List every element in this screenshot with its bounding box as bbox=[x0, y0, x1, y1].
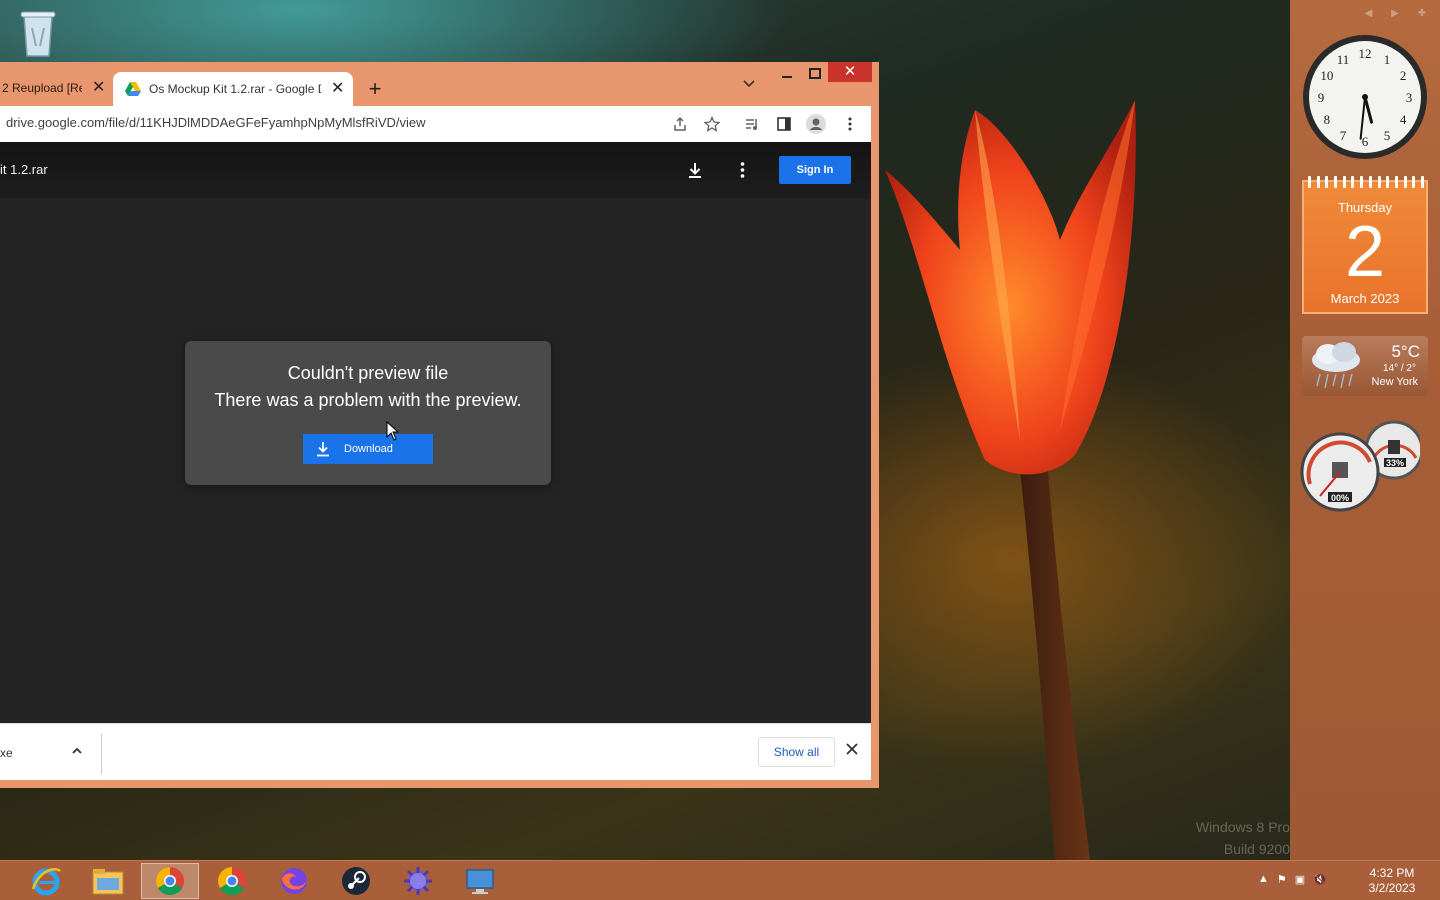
tab-close-icon[interactable]: ✕ bbox=[331, 81, 344, 97]
profile-avatar-icon[interactable] bbox=[806, 114, 826, 134]
chrome-menu-icon[interactable] bbox=[840, 114, 860, 134]
bookmark-star-icon[interactable] bbox=[702, 114, 722, 134]
internet-explorer-icon[interactable] bbox=[17, 863, 75, 899]
system-tray: ▲ ⚑ ▣ 🔇 bbox=[1258, 873, 1327, 886]
download-icon bbox=[317, 442, 329, 457]
clock-numeral: 8 bbox=[1324, 112, 1331, 127]
clock-numeral: 12 bbox=[1359, 46, 1372, 61]
file-explorer-icon[interactable] bbox=[79, 863, 137, 899]
side-panel-icon[interactable] bbox=[774, 114, 794, 134]
clock-numeral: 7 bbox=[1340, 128, 1347, 143]
share-icon[interactable] bbox=[670, 114, 690, 134]
chrome-window: 2 Reupload [Re ✕ Os Mockup Kit 1.2.rar -… bbox=[0, 62, 879, 788]
tab-google-drive[interactable]: Os Mockup Kit 1.2.rar - Google Drive ✕ bbox=[113, 72, 353, 106]
show-hidden-icons-icon[interactable]: ▲ bbox=[1258, 873, 1269, 886]
steam-icon[interactable] bbox=[327, 863, 385, 899]
recycle-bin-icon[interactable] bbox=[16, 6, 60, 60]
clock-gadget[interactable]: 1234567891011 12 bbox=[1302, 34, 1428, 160]
windows-watermark: Windows 8 Pro Build 9200 bbox=[1196, 816, 1290, 860]
download-button[interactable]: Download bbox=[303, 434, 433, 464]
calendar-rings bbox=[1308, 176, 1424, 188]
cpu-meter-value: 00% bbox=[1331, 493, 1349, 503]
weather-range: 14° / 2° bbox=[1382, 363, 1416, 374]
gadget-sidebar: ◀ ▶ ✚ 1 2 3 4 5 6 7 8 9 10 11 12 Thursday 2 March 2… bbox=[1290, 0, 1440, 860]
address-bar-row: drive.google.com/file/d/11KHJDlMDDAeGFeF… bbox=[0, 106, 871, 142]
remote-desktop-icon[interactable] bbox=[451, 863, 509, 899]
weather-temperature: 5°C bbox=[1391, 342, 1420, 361]
tab-search-chevron-icon[interactable] bbox=[742, 78, 756, 92]
taskbar-clock[interactable]: 4:32 PM 3/2/2023 bbox=[1360, 866, 1424, 896]
chevron-up-icon[interactable] bbox=[70, 744, 84, 758]
clock-numeral: 2 bbox=[1400, 68, 1407, 83]
dialog-title: Couldn't preview file bbox=[287, 363, 449, 383]
firefox-icon[interactable] bbox=[265, 863, 323, 899]
download-item-name[interactable]: xe bbox=[0, 746, 13, 760]
calendar-gadget[interactable]: Thursday 2 March 2023 bbox=[1302, 176, 1428, 314]
download-icon[interactable] bbox=[686, 161, 704, 179]
show-all-button[interactable]: Show all bbox=[758, 737, 835, 767]
tab-reupload[interactable]: 2 Reupload [Re ✕ bbox=[0, 72, 110, 104]
mouse-cursor-icon bbox=[386, 421, 400, 441]
taskbar-date: 3/2/2023 bbox=[1368, 881, 1416, 895]
weather-city: New York bbox=[1371, 376, 1418, 388]
clock-numeral: 5 bbox=[1384, 128, 1391, 143]
clock-numeral: 9 bbox=[1318, 90, 1325, 105]
volume-muted-icon[interactable]: 🔇 bbox=[1313, 873, 1327, 886]
download-shelf: xe Show all bbox=[0, 723, 871, 780]
clock-numeral: 10 bbox=[1320, 68, 1333, 83]
action-center-flag-icon[interactable]: ⚑ bbox=[1277, 873, 1287, 886]
google-drive-icon bbox=[125, 82, 141, 96]
taskbar-time: 4:32 PM bbox=[1369, 866, 1415, 880]
tab-title: Os Mockup Kit 1.2.rar - Google Drive bbox=[149, 82, 321, 96]
network-icon[interactable]: ▣ bbox=[1295, 873, 1305, 886]
divider bbox=[101, 734, 102, 774]
tab-title: 2 Reupload [Re bbox=[2, 81, 82, 95]
calendar-date: 2 bbox=[1344, 212, 1386, 292]
file-title: it 1.2.rar bbox=[0, 162, 48, 177]
watermark-edition: Windows 8 Pro bbox=[1195, 819, 1290, 835]
media-control-icon[interactable] bbox=[742, 114, 762, 134]
url-field[interactable]: drive.google.com/file/d/11KHJDlMDDAeGFeF… bbox=[6, 115, 426, 130]
sign-in-button[interactable]: Sign In bbox=[779, 156, 851, 184]
close-window-button[interactable]: ✕ bbox=[828, 62, 872, 82]
more-options-icon[interactable] bbox=[740, 162, 745, 178]
clock-numeral: 6 bbox=[1362, 134, 1369, 149]
rain-cloud-icon bbox=[1312, 342, 1360, 389]
cpu-meter-gadget[interactable]: 33% 00% bbox=[1300, 418, 1420, 518]
drive-viewer: it 1.2.rar Sign In Couldn't preview file… bbox=[0, 142, 871, 723]
dialog-message: There was a problem with the preview. bbox=[214, 390, 522, 410]
calendar-month: March 2023 bbox=[1330, 291, 1400, 306]
preview-error-dialog: Couldn't preview file There was a proble… bbox=[185, 341, 551, 485]
weather-gadget[interactable]: 5°C 14° / 2° New York bbox=[1302, 336, 1428, 396]
new-tab-button[interactable]: + bbox=[364, 76, 386, 102]
clock-numeral: 4 bbox=[1400, 112, 1407, 127]
clock-numeral: 11 bbox=[1337, 52, 1350, 67]
viewer-header: it 1.2.rar Sign In bbox=[0, 142, 871, 198]
taskbar: ▲ ⚑ ▣ 🔇 4:32 PM 3/2/2023 bbox=[0, 860, 1440, 900]
download-button-label: Download bbox=[344, 443, 393, 455]
chrome-taskbar-icon[interactable] bbox=[141, 863, 199, 899]
memory-meter-value: 33% bbox=[1386, 458, 1404, 468]
sidebar-nav-icons[interactable]: ◀ ▶ ✚ bbox=[1365, 8, 1434, 19]
watermark-build: Build 9200 bbox=[1223, 841, 1290, 857]
tab-close-icon[interactable]: ✕ bbox=[92, 80, 105, 96]
game-app-icon[interactable] bbox=[389, 863, 447, 899]
close-icon[interactable] bbox=[844, 741, 860, 757]
clock-numeral: 3 bbox=[1406, 90, 1413, 105]
clock-numeral: 1 bbox=[1384, 52, 1391, 67]
minimize-icon[interactable] bbox=[778, 64, 796, 84]
chrome-profile-taskbar-icon[interactable] bbox=[203, 863, 261, 899]
tab-strip: 2 Reupload [Re ✕ Os Mockup Kit 1.2.rar -… bbox=[0, 62, 879, 106]
maximize-icon[interactable] bbox=[806, 64, 824, 84]
